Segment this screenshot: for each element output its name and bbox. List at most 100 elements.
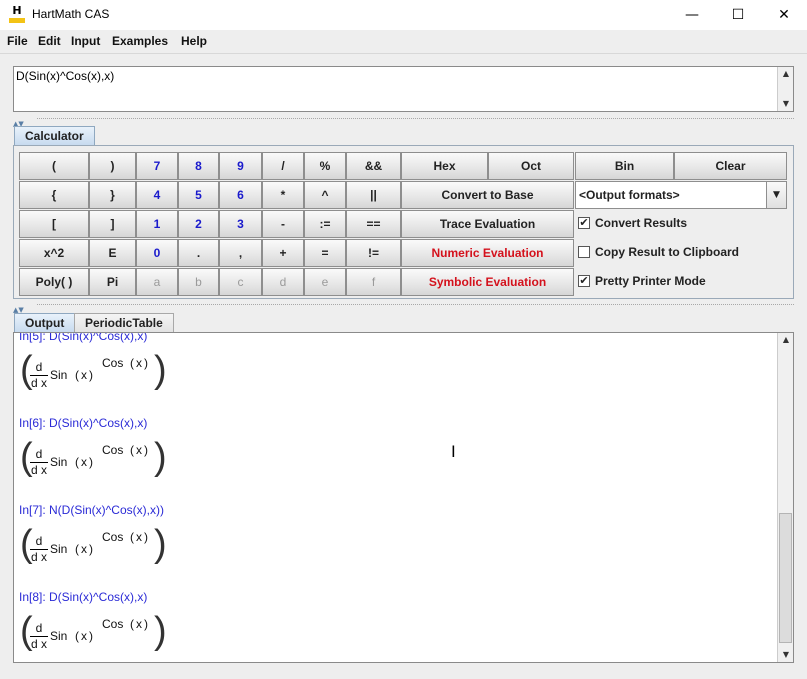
pretty-printed-result: (d d x Sin( x ) Cos( x )) — [20, 523, 180, 575]
checkbox-convert-results[interactable]: ✔ — [578, 217, 590, 229]
checkbox-copy-clipboard[interactable] — [578, 246, 590, 258]
derivative-numerator: d — [30, 360, 48, 376]
bin-button[interactable]: Bin — [575, 152, 674, 180]
calc-key-r4-c1[interactable]: Pi — [89, 268, 136, 296]
cos-arg-var: x — [136, 356, 142, 370]
scroll-up-icon[interactable]: ▲ — [778, 67, 794, 81]
cos-arg-var: x — [136, 617, 142, 631]
calc-key-r0-c7[interactable]: && — [346, 152, 401, 180]
derivative-numerator: d — [30, 447, 48, 463]
input-echo-line: In[8]: D(Sin(x)^Cos(x),x) — [19, 590, 148, 604]
cos-arg-var: x — [136, 443, 142, 457]
calc-key-r0-c4[interactable]: 9 — [219, 152, 262, 180]
splitter-top[interactable]: ▲▼ — [13, 115, 794, 128]
convert-results-checkbox[interactable]: ✔ Convert Results — [578, 214, 788, 234]
calc-key-r4-c2[interactable]: a — [136, 268, 178, 296]
minimize-button[interactable]: — — [669, 0, 715, 30]
calc-key-r2-c7[interactable]: == — [346, 210, 401, 238]
splitter-bottom[interactable]: ▲▼ — [13, 301, 794, 314]
scrollbar-thumb[interactable] — [779, 513, 792, 643]
calc-key-r3-c4[interactable]: , — [219, 239, 262, 267]
calc-key-r3-c1[interactable]: E — [89, 239, 136, 267]
symbolic-evaluation-button[interactable]: Symbolic Evaluation — [401, 268, 574, 296]
chevron-down-icon[interactable]: ▼ — [766, 182, 786, 208]
calc-key-r0-c0[interactable]: ( — [19, 152, 89, 180]
calc-key-r3-c2[interactable]: 0 — [136, 239, 178, 267]
menu-help[interactable]: Help — [181, 34, 207, 48]
menu-input[interactable]: Input — [71, 34, 100, 48]
calc-key-r2-c1[interactable]: ] — [89, 210, 136, 238]
calc-key-r1-c4[interactable]: 6 — [219, 181, 262, 209]
calc-key-r4-c0[interactable]: Poly( ) — [19, 268, 89, 296]
scroll-down-icon[interactable]: ▼ — [778, 97, 794, 111]
menu-edit[interactable]: Edit — [38, 34, 61, 48]
sin-arg-var: x — [81, 542, 87, 556]
sin-argument: ( x ) — [75, 629, 93, 643]
calc-key-r2-c0[interactable]: [ — [19, 210, 89, 238]
sin-arg-var: x — [81, 368, 87, 382]
scroll-down-icon[interactable]: ▼ — [778, 648, 793, 662]
cos-exponent: Cos — [102, 530, 124, 544]
output-panel[interactable]: In[5]: D(Sin(x)^Cos(x),x)(d d x Sin( x ) Co… — [13, 332, 794, 663]
cos-arg-var: x — [136, 530, 142, 544]
tab-calculator[interactable]: Calculator — [14, 126, 95, 146]
scroll-up-icon[interactable]: ▲ — [778, 333, 793, 347]
calc-key-r0-c5[interactable]: / — [262, 152, 304, 180]
calc-key-r1-c3[interactable]: 5 — [178, 181, 219, 209]
calc-key-r4-c7[interactable]: f — [346, 268, 401, 296]
calc-key-r3-c7[interactable]: != — [346, 239, 401, 267]
calc-key-r0-c1[interactable]: ) — [89, 152, 136, 180]
calc-key-r3-c3[interactable]: . — [178, 239, 219, 267]
cos-exponent: Cos — [102, 443, 124, 457]
numeric-evaluation-button[interactable]: Numeric Evaluation — [401, 239, 574, 267]
close-button[interactable]: ✕ — [761, 0, 807, 30]
calc-key-r3-c6[interactable]: = — [304, 239, 346, 267]
input-scrollbar[interactable]: ▲ ▼ — [777, 67, 793, 111]
calc-key-r3-c5[interactable]: + — [262, 239, 304, 267]
convert-to-base-button[interactable]: Convert to Base — [401, 181, 574, 209]
oct-button[interactable]: Oct — [488, 152, 574, 180]
clear-button[interactable]: Clear — [674, 152, 787, 180]
hex-button[interactable]: Hex — [401, 152, 488, 180]
menu-file[interactable]: File — [7, 34, 28, 48]
calc-key-r0-c2[interactable]: 7 — [136, 152, 178, 180]
checkbox-pretty-printer[interactable]: ✔ — [578, 275, 590, 287]
menu-examples[interactable]: Examples — [112, 34, 168, 48]
maximize-button[interactable]: ☐ — [715, 0, 761, 30]
calc-key-r1-c7[interactable]: || — [346, 181, 401, 209]
sin-argument: ( x ) — [75, 455, 93, 469]
calc-key-r1-c2[interactable]: 4 — [136, 181, 178, 209]
sin-argument: ( x ) — [75, 368, 93, 382]
calc-key-r1-c6[interactable]: ^ — [304, 181, 346, 209]
derivative-numerator: d — [30, 621, 48, 637]
output-format-value: <Output formats> — [579, 188, 680, 202]
calc-key-r1-c1[interactable]: } — [89, 181, 136, 209]
tab-periodic-table[interactable]: PeriodicTable — [74, 313, 174, 333]
calc-key-r1-c0[interactable]: { — [19, 181, 89, 209]
copy-clipboard-checkbox[interactable]: Copy Result to Clipboard — [578, 243, 788, 263]
calc-key-r3-c0[interactable]: x^2 — [19, 239, 89, 267]
expression-input-text[interactable]: D(Sin(x)^Cos(x),x) — [16, 69, 114, 83]
splitter-line — [37, 118, 794, 119]
calc-key-r4-c6[interactable]: e — [304, 268, 346, 296]
sin-function: Sin — [50, 542, 68, 556]
tab-output[interactable]: Output — [14, 313, 76, 333]
calc-key-r4-c4[interactable]: c — [219, 268, 262, 296]
calc-key-r2-c3[interactable]: 2 — [178, 210, 219, 238]
calc-key-r4-c3[interactable]: b — [178, 268, 219, 296]
right-paren-icon: ) — [154, 523, 167, 565]
expression-input[interactable]: D(Sin(x)^Cos(x),x) ▲ ▼ — [13, 66, 794, 112]
calc-key-r2-c4[interactable]: 3 — [219, 210, 262, 238]
calc-key-r0-c3[interactable]: 8 — [178, 152, 219, 180]
calc-key-r2-c2[interactable]: 1 — [136, 210, 178, 238]
calc-key-r2-c5[interactable]: - — [262, 210, 304, 238]
calc-key-r4-c5[interactable]: d — [262, 268, 304, 296]
calc-key-r2-c6[interactable]: := — [304, 210, 346, 238]
output-scrollbar[interactable]: ▲ ▼ — [777, 333, 793, 662]
calc-key-r0-c6[interactable]: % — [304, 152, 346, 180]
calc-key-r1-c5[interactable]: * — [262, 181, 304, 209]
trace-evaluation-button[interactable]: Trace Evaluation — [401, 210, 574, 238]
top-tab-strip: Calculator — [14, 126, 214, 146]
output-format-select[interactable]: <Output formats> ▼ — [575, 181, 787, 209]
pretty-printer-checkbox[interactable]: ✔ Pretty Printer Mode — [578, 272, 788, 292]
